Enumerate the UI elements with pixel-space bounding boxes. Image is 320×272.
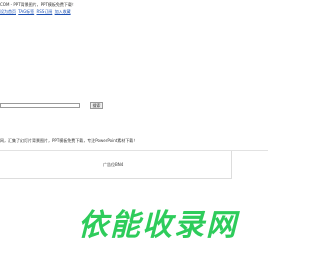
ad-label: 广告位BN4 xyxy=(103,162,124,167)
page: COM - PPT背景图片，PPT模板免费下载！ 设为首页 TAG标签 RSS订… xyxy=(0,0,268,272)
link-tags[interactable]: TAG标签 xyxy=(18,9,34,14)
site-intro: 网，汇集了幻灯片背景图片，PPT模板免费下载，专注PowerPoint素材下载！ xyxy=(0,138,138,143)
link-set-homepage[interactable]: 设为首页 xyxy=(0,9,16,14)
link-rss[interactable]: RSS订阅 xyxy=(36,9,52,14)
search-input[interactable] xyxy=(0,103,80,108)
search-button[interactable]: 搜索 xyxy=(90,102,103,109)
top-links: 设为首页 TAG标签 RSS订阅 加入收藏 xyxy=(0,9,72,15)
site-tagline: COM - PPT背景图片，PPT模板免费下载！ xyxy=(0,2,76,7)
watermark-logo: 依能收录网 xyxy=(78,208,240,243)
link-add-favorite[interactable]: 加入收藏 xyxy=(55,9,71,14)
svg-text:依能收录网: 依能收录网 xyxy=(78,208,240,243)
